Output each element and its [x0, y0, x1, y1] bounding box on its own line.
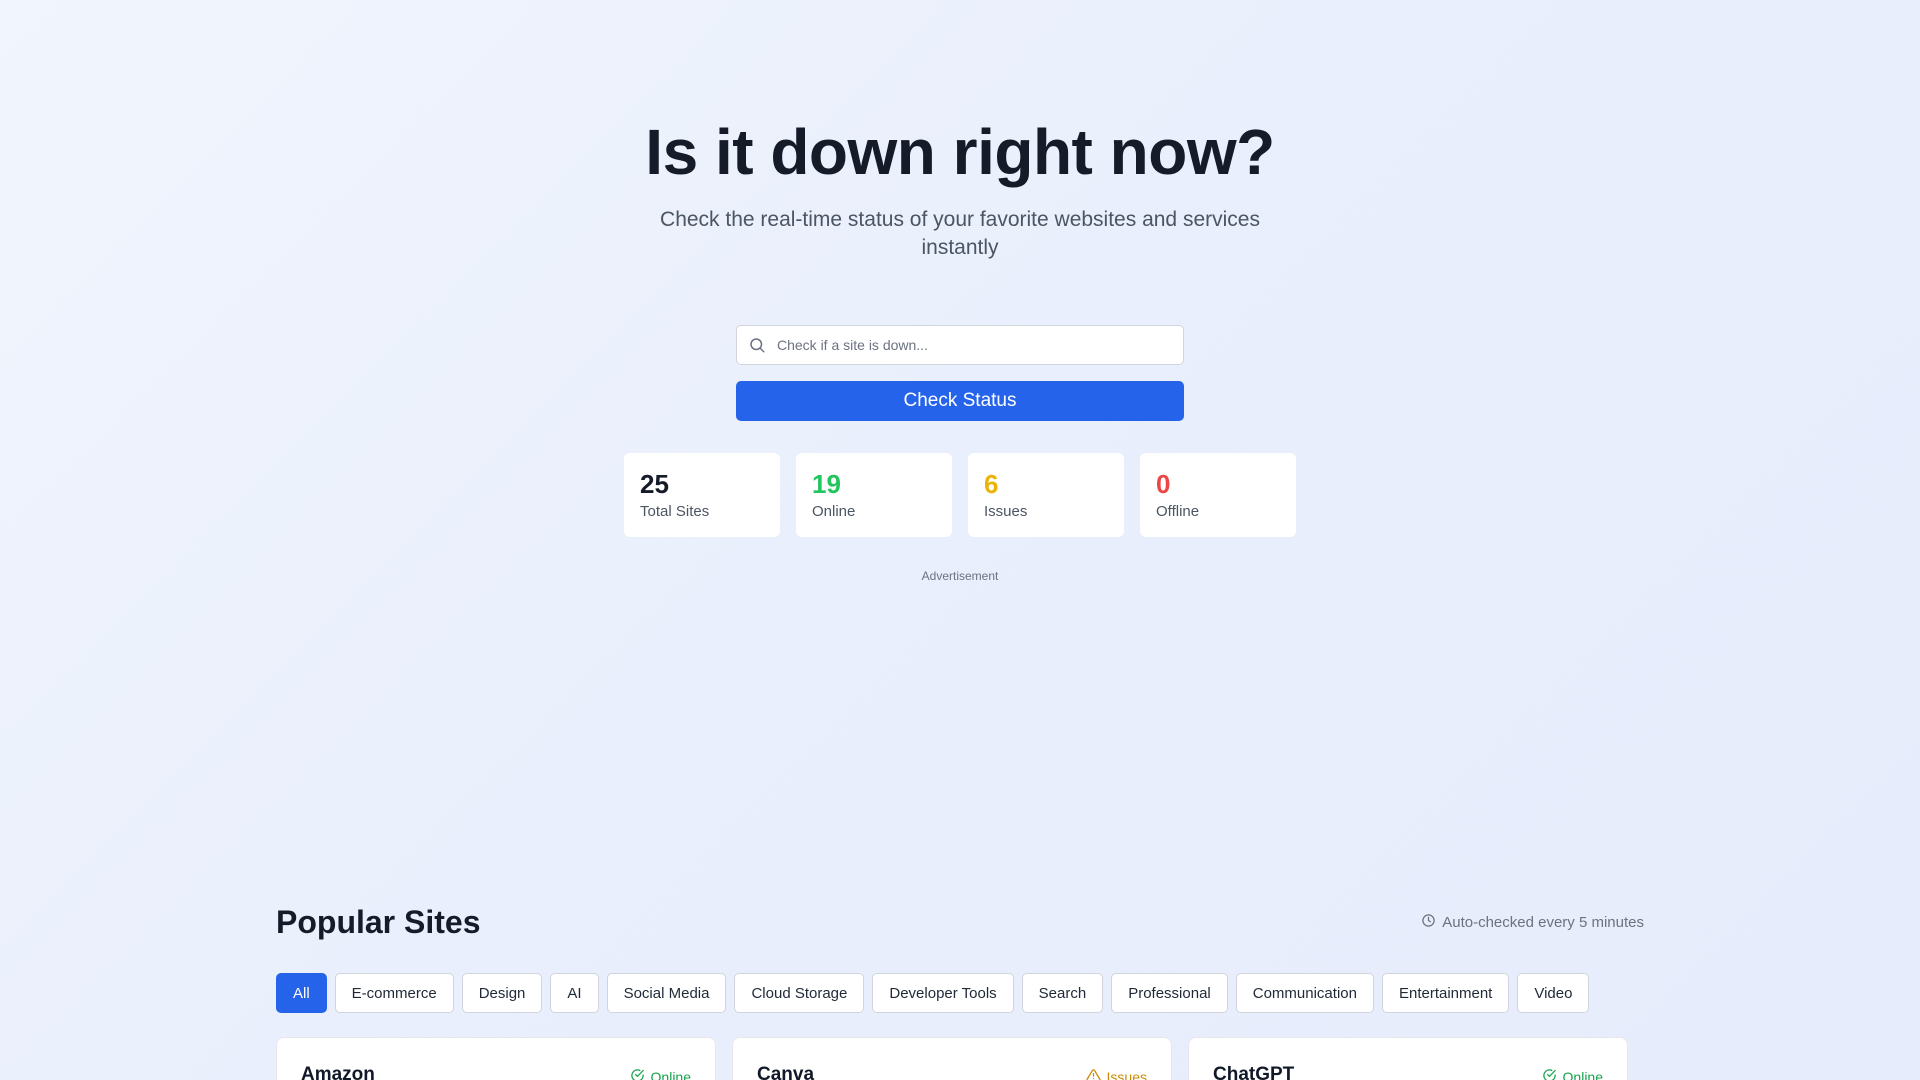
check-status-button[interactable]: Check Status	[736, 381, 1184, 421]
filter-search[interactable]: Search	[1021, 973, 1104, 1013]
search-box[interactable]	[736, 325, 1184, 365]
stat-value: 25	[640, 469, 669, 499]
search-input[interactable]	[777, 326, 1183, 364]
site-card[interactable]: ChatGPT Online	[1188, 1037, 1628, 1080]
page-title: Is it down right now?	[645, 116, 1275, 188]
status-text: Issues	[1106, 1069, 1147, 1080]
stat-card: 25 Total Sites	[624, 453, 780, 537]
status-badge: Issues	[1085, 1068, 1147, 1080]
warning-icon	[1085, 1068, 1101, 1080]
stat-value: 19	[812, 469, 841, 499]
filter-entertainment[interactable]: Entertainment	[1381, 973, 1510, 1013]
stats-row: 25 Total Sites 19 Online 6 Issues 0 Offline	[624, 453, 1296, 537]
site-name: Canva	[757, 1064, 815, 1080]
stat-value: 6	[984, 469, 999, 499]
filter-cloud-storage[interactable]: Cloud Storage	[734, 973, 865, 1013]
page-subtitle: Check the real-time status of your favor…	[660, 208, 1260, 259]
filter-developer-tools[interactable]: Developer Tools	[872, 973, 1014, 1013]
stat-label: Total Sites	[640, 503, 710, 520]
site-name: ChatGPT	[1213, 1064, 1295, 1080]
filter-social-media[interactable]: Social Media	[606, 973, 727, 1013]
stat-card: 0 Offline	[1140, 453, 1296, 537]
filter-design[interactable]: Design	[461, 973, 543, 1013]
site-card[interactable]: Amazon Online	[276, 1037, 716, 1080]
status-text: Online	[1562, 1069, 1603, 1080]
filter-communication[interactable]: Communication	[1235, 973, 1374, 1013]
auto-check-note: Auto-checked every 5 minutes	[1421, 913, 1644, 932]
site-card[interactable]: Canva Issues	[732, 1037, 1172, 1080]
site-cards: Amazon Online Canva Issues ChatGPT Online	[276, 1037, 1628, 1080]
stat-label: Online	[812, 503, 856, 520]
auto-check-text: Auto-checked every 5 minutes	[1442, 914, 1644, 931]
check-circle-icon	[630, 1068, 645, 1080]
filter-ai[interactable]: AI	[550, 973, 599, 1013]
search-icon	[737, 325, 777, 365]
clock-icon	[1421, 913, 1436, 932]
filter-e-commerce[interactable]: E-commerce	[334, 973, 454, 1013]
filter-video[interactable]: Video	[1517, 973, 1590, 1013]
category-filters: All E-commerce Design AI Social Media Cloud S…	[276, 973, 1590, 1013]
check-circle-icon	[1542, 1068, 1557, 1080]
popular-sites-heading: Popular Sites	[276, 904, 481, 940]
filter-all[interactable]: All	[276, 973, 327, 1013]
stat-label: Issues	[984, 503, 1028, 520]
status-badge: Online	[1542, 1068, 1603, 1080]
site-name: Amazon	[301, 1064, 375, 1080]
filter-professional[interactable]: Professional	[1111, 973, 1228, 1013]
advertisement-label: Advertisement	[921, 569, 999, 583]
stat-card: 19 Online	[796, 453, 952, 537]
stat-card: 6 Issues	[968, 453, 1124, 537]
stat-label: Offline	[1156, 503, 1200, 520]
stat-value: 0	[1156, 469, 1171, 499]
status-text: Online	[650, 1069, 691, 1080]
status-badge: Online	[630, 1068, 691, 1080]
